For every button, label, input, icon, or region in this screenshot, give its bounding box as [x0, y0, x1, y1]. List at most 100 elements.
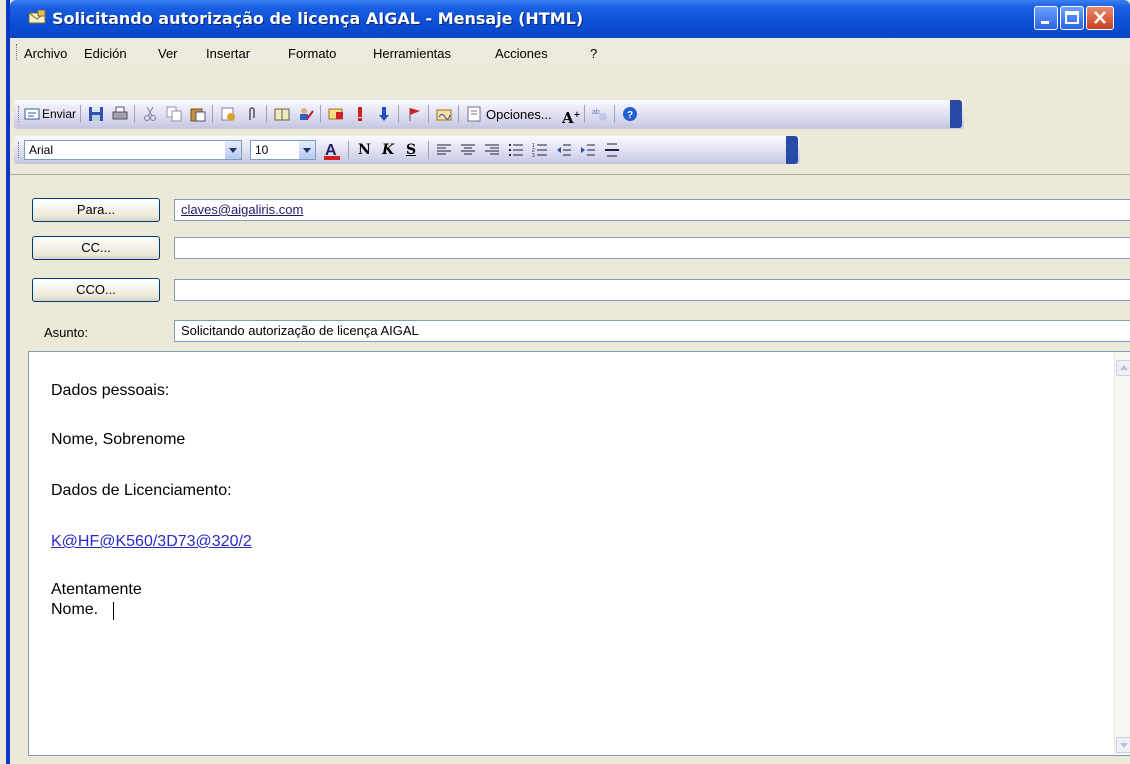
maximize-icon[interactable] — [1060, 6, 1084, 30]
align-left-button[interactable] — [436, 142, 452, 158]
body-line: Dados de Licenciamento: — [51, 482, 232, 499]
separator — [80, 105, 81, 123]
menu-herramientas[interactable]: Herramientas — [373, 46, 451, 61]
divider — [10, 174, 1130, 175]
menu-archivo[interactable]: Archivo — [24, 46, 67, 61]
menu-formato[interactable]: Formato — [288, 46, 336, 61]
menu-edicion[interactable]: Edición — [84, 46, 127, 61]
menu-help[interactable]: ? — [590, 46, 597, 61]
send-icon — [24, 106, 40, 122]
menu-acciones[interactable]: Acciones — [495, 46, 548, 61]
copy-button[interactable] — [166, 106, 182, 122]
increase-indent-button[interactable] — [580, 142, 596, 158]
options-button[interactable]: Opciones... — [466, 106, 552, 122]
align-right-button[interactable] — [484, 142, 500, 158]
bcc-field[interactable] — [174, 279, 1130, 301]
cc-field[interactable] — [174, 237, 1130, 259]
horizontal-line-icon — [604, 142, 620, 158]
font-name-select[interactable]: Arial — [24, 140, 242, 160]
font-size-value: 10 — [255, 143, 269, 157]
encoding-button[interactable]: ab — [592, 106, 608, 122]
save-icon — [88, 106, 104, 122]
menu-bar: Archivo Edición Ver Insertar Formato Her… — [10, 38, 1130, 66]
send-button[interactable]: Enviar — [24, 106, 76, 122]
numbering-button[interactable]: 123 — [532, 142, 548, 159]
separator — [428, 141, 429, 159]
send-label: Enviar — [42, 107, 77, 121]
help-icon: ? — [622, 106, 638, 122]
title-bar[interactable]: Solicitando autorização de licença AIGAL… — [10, 0, 1130, 38]
importance-low-button[interactable] — [376, 106, 392, 122]
license-key-link[interactable]: K@HF@K560/3D73@320/2 — [51, 533, 252, 551]
signature-icon — [436, 106, 452, 122]
print-icon — [112, 106, 128, 122]
italic-button[interactable]: K — [382, 142, 398, 158]
decrease-indent-icon — [556, 142, 572, 158]
vertical-scrollbar[interactable] — [1114, 352, 1130, 755]
to-field[interactable]: claves@aigaliris.com — [174, 199, 1130, 221]
text-cursor — [113, 602, 114, 620]
bold-icon: N — [358, 142, 371, 158]
horizontal-line-button[interactable] — [604, 142, 620, 158]
menu-insertar[interactable]: Insertar — [206, 46, 250, 61]
svg-text:?: ? — [627, 110, 633, 121]
paste-icon — [190, 106, 206, 122]
address-book-icon — [274, 106, 290, 122]
signature-button[interactable] — [436, 106, 452, 122]
toolbar-overflow-chevron[interactable] — [950, 100, 962, 128]
check-names-icon — [298, 106, 314, 122]
attach-button[interactable] — [244, 106, 260, 122]
check-names-button[interactable] — [298, 106, 314, 122]
bold-button[interactable]: N — [358, 142, 374, 158]
importance-high-icon — [352, 106, 368, 122]
permission-button[interactable] — [220, 106, 236, 122]
body-line: Nome, Sobrenome — [51, 431, 186, 448]
separator — [348, 141, 349, 159]
toolbar-overflow-chevron[interactable] — [786, 136, 798, 164]
scroll-up-icon[interactable] — [1116, 360, 1130, 376]
paste-button[interactable] — [190, 106, 206, 122]
importance-low-icon — [376, 106, 392, 122]
message-flag-icon — [328, 106, 344, 122]
minimize-icon[interactable] — [1034, 6, 1058, 30]
font-color-icon: A — [324, 140, 340, 160]
increase-indent-icon — [580, 142, 596, 158]
bullets-button[interactable] — [508, 142, 524, 158]
menu-ver[interactable]: Ver — [158, 46, 178, 61]
scroll-down-icon[interactable] — [1116, 737, 1130, 753]
grip-handle[interactable] — [18, 142, 22, 158]
body-line: Dados pessoais: — [51, 382, 170, 399]
envelope-icon — [28, 9, 46, 24]
cc-button[interactable]: CC... — [32, 236, 160, 260]
grip-handle[interactable] — [18, 106, 22, 122]
help-button[interactable]: ? — [622, 106, 638, 122]
close-icon[interactable] — [1086, 6, 1114, 30]
subject-field[interactable]: Solicitando autorização de licença AIGAL — [174, 320, 1130, 342]
flag-button[interactable] — [406, 106, 422, 122]
svg-text:ab: ab — [592, 109, 600, 116]
options-label: Opciones... — [486, 106, 552, 122]
font-size-button[interactable]: A+ — [562, 106, 580, 126]
font-color-button[interactable]: A — [324, 140, 340, 160]
format-toolbar: Arial 10 A N K S 123 — [14, 136, 800, 164]
bcc-button[interactable]: CCO... — [32, 278, 160, 302]
underline-button[interactable]: S — [406, 142, 422, 158]
message-body[interactable]: Dados pessoais: Nome, Sobrenome Dados de… — [28, 351, 1130, 756]
cut-icon — [142, 106, 158, 122]
decrease-indent-button[interactable] — [556, 142, 572, 158]
center-button[interactable] — [460, 142, 476, 158]
underline-icon: S — [406, 142, 417, 158]
save-button[interactable] — [88, 106, 104, 122]
cut-button[interactable] — [142, 106, 158, 122]
separator — [614, 105, 615, 123]
message-flag-button[interactable] — [328, 106, 344, 122]
permission-icon — [220, 106, 236, 122]
address-book-button[interactable] — [274, 106, 290, 122]
importance-high-button[interactable] — [352, 106, 368, 122]
font-size-select[interactable]: 10 — [250, 140, 316, 160]
attach-icon — [244, 106, 260, 122]
separator — [398, 105, 399, 123]
grip-handle[interactable] — [16, 44, 20, 60]
to-button[interactable]: Para... — [32, 198, 160, 222]
print-button[interactable] — [112, 106, 128, 122]
